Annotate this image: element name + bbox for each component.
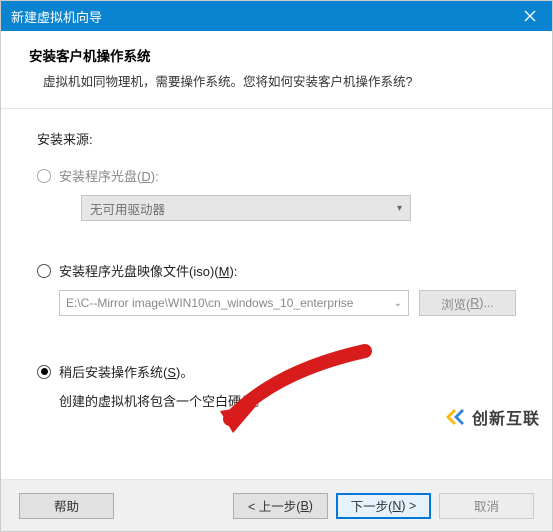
wizard-window: 新建虚拟机向导 安装客户机操作系统 虚拟机如同物理机，需要操作系统。您将如何安装… (0, 0, 553, 532)
next-button[interactable]: 下一步(N) > (336, 493, 431, 519)
titlebar: 新建虚拟机向导 (1, 1, 552, 31)
option-install-later-label: 稍后安装操作系统(S)。 (59, 362, 193, 381)
cancel-button[interactable]: 取消 (439, 493, 534, 519)
option-iso-file[interactable]: 安装程序光盘映像文件(iso)(M): (37, 261, 516, 280)
radio-iso-file[interactable] (37, 264, 51, 278)
browse-button[interactable]: 浏览(R)... (419, 290, 516, 316)
close-button[interactable] (507, 1, 552, 31)
wizard-header: 安装客户机操作系统 虚拟机如同物理机，需要操作系统。您将如何安装客户机操作系统? (1, 31, 552, 109)
wizard-body: 安装来源: 安装程序光盘(D): 无可用驱动器 ▾ 安装程序光盘映像文件(iso… (1, 109, 552, 479)
iso-path-value: E:\C--Mirror image\WIN10\cn_windows_10_e… (66, 296, 353, 310)
header-description: 虚拟机如同物理机，需要操作系统。您将如何安装客户机操作系统? (29, 71, 524, 90)
drive-dropdown-value: 无可用驱动器 (90, 199, 165, 218)
option-install-later[interactable]: 稍后安装操作系统(S)。 (37, 362, 516, 381)
help-button[interactable]: 帮助 (19, 493, 114, 519)
wizard-footer: 帮助 < 上一步(B) 下一步(N) > 取消 (1, 479, 552, 531)
option-iso-file-label: 安装程序光盘映像文件(iso)(M): (59, 261, 237, 280)
install-source-label: 安装来源: (37, 129, 516, 148)
radio-installer-disc[interactable] (37, 169, 51, 183)
radio-install-later[interactable] (37, 365, 51, 379)
chevron-down-icon: ▾ (397, 203, 402, 214)
chevron-down-icon: ⌄ (394, 298, 402, 309)
window-title: 新建虚拟机向导 (11, 7, 102, 26)
install-later-description: 创建的虚拟机将包含一个空白硬盘。 (59, 391, 516, 410)
iso-path-input[interactable]: E:\C--Mirror image\WIN10\cn_windows_10_e… (59, 290, 409, 316)
drive-dropdown[interactable]: 无可用驱动器 ▾ (81, 195, 411, 221)
option-installer-disc[interactable]: 安装程序光盘(D): (37, 166, 516, 185)
close-icon (524, 10, 536, 22)
header-title: 安装客户机操作系统 (29, 45, 524, 65)
back-button[interactable]: < 上一步(B) (233, 493, 328, 519)
option-installer-disc-label: 安装程序光盘(D): (59, 166, 159, 185)
